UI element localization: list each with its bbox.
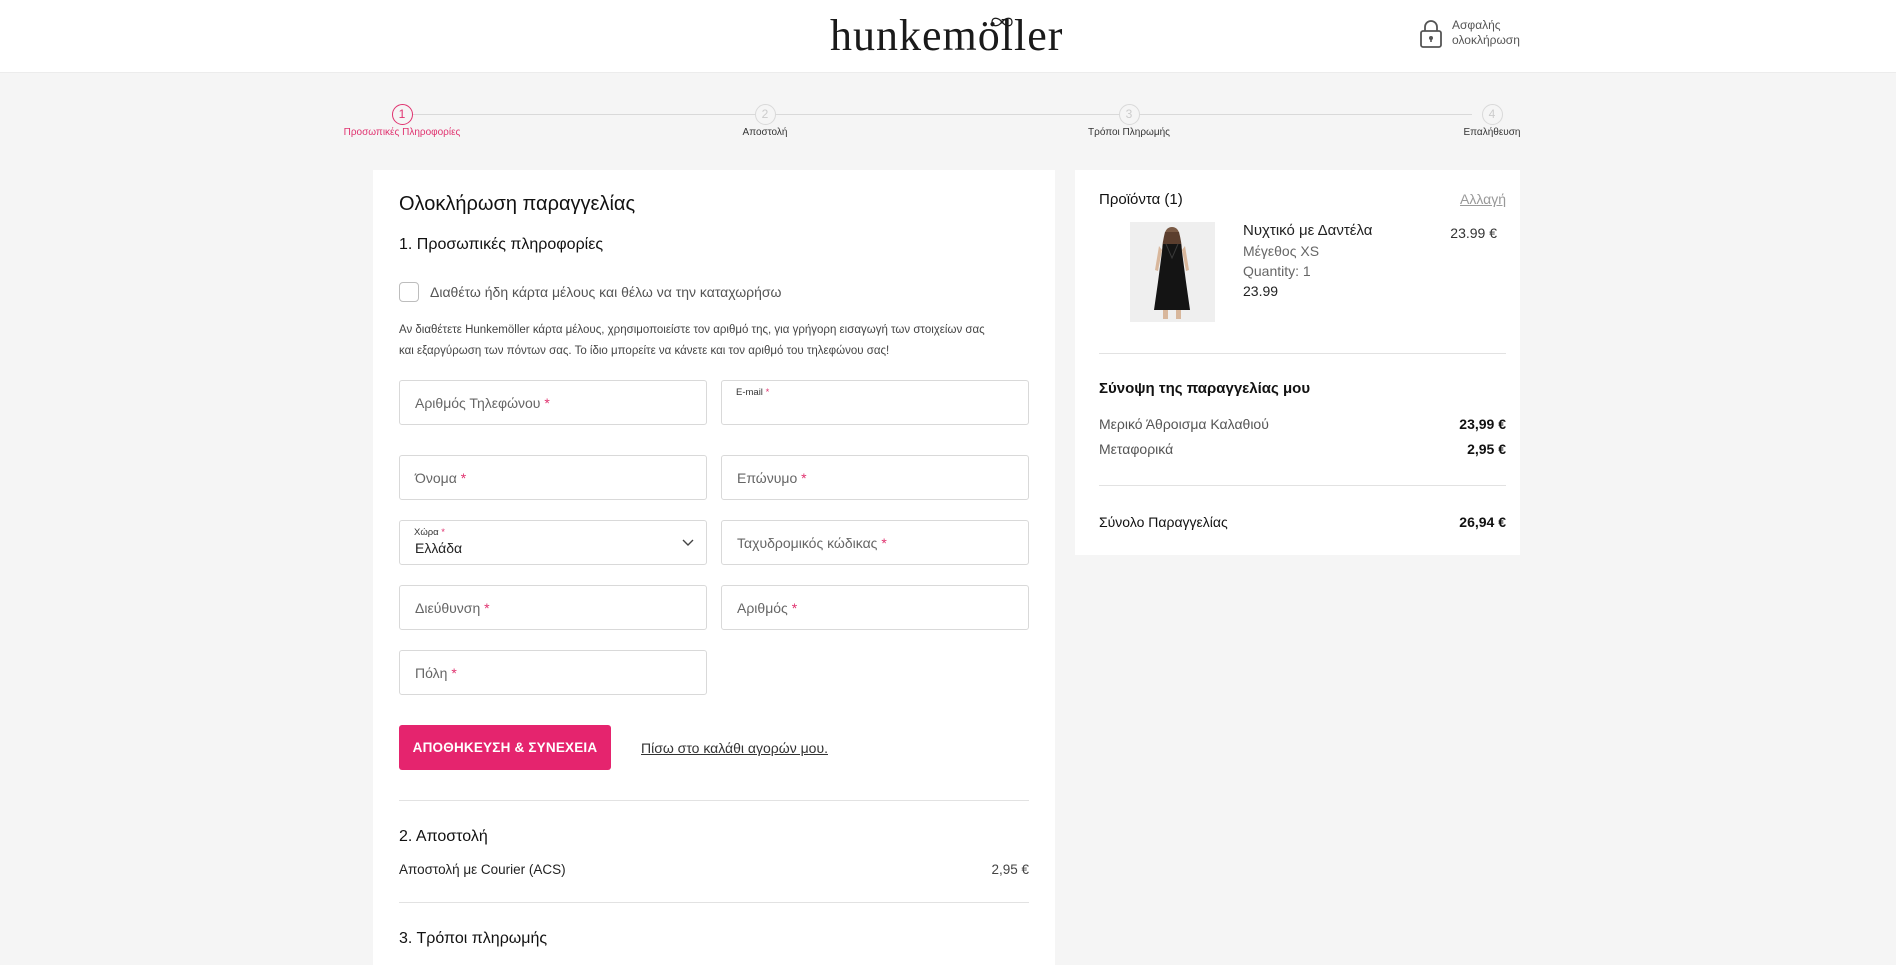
shipping-method-price: 2,95 €	[991, 862, 1029, 877]
subtotal-row: Μερικό Άθροισμα Καλαθιού 23,99 €	[1099, 416, 1506, 432]
site-header: hunkemöller Ασφαλής ολοκλήρωση	[0, 0, 1896, 73]
step-number: 2	[754, 104, 776, 125]
shipping-heading: 2. Αποστολή	[399, 828, 488, 845]
checkout-form-card: Ολοκλήρωση παραγγελίας 1. Προσωπικές πλη…	[373, 170, 1055, 965]
address-field[interactable]: Διεύθυνση *	[399, 585, 707, 630]
phone-placeholder: Αριθμός Τηλεφώνου	[415, 395, 541, 411]
email-label: E-mail	[736, 387, 763, 398]
order-total-row: Σύνολο Παραγγελίας 26,94 €	[1099, 514, 1506, 530]
postal-code-field[interactable]: Ταχυδρομικός κώδικας *	[721, 520, 1029, 565]
divider	[399, 902, 1029, 903]
first-name-field[interactable]: Όνομα *	[399, 455, 707, 500]
order-summary-heading: Σύνοψη της παραγγελίας μου	[1099, 380, 1311, 397]
step-number: 4	[1481, 104, 1503, 125]
required-mark: *	[881, 535, 887, 551]
country-select[interactable]: Χώρα * Ελλάδα	[399, 520, 707, 565]
divider	[399, 800, 1029, 801]
required-mark: *	[544, 395, 550, 411]
required-mark: *	[801, 470, 807, 486]
secure-label-2: ολοκλήρωση	[1452, 33, 1520, 47]
email-field[interactable]: E-mail *	[721, 380, 1029, 425]
country-value: Ελλάδα	[415, 540, 463, 556]
postal-code-placeholder: Ταχυδρομικός κώδικας	[737, 535, 878, 551]
member-card-label[interactable]: Διαθέτω ήδη κάρτα μέλους και θέλω να την…	[430, 284, 782, 300]
divider	[1099, 485, 1506, 486]
shipping-method-row: Αποστολή με Courier (ACS) 2,95 €	[399, 862, 1029, 877]
order-summary-card: Προϊόντα (1) Αλλαγή Νυχτικό με Δαντέλα Μ…	[1075, 170, 1520, 555]
products-heading: Προϊόντα (1)	[1099, 191, 1183, 208]
required-mark: *	[484, 600, 490, 616]
shipping-cost-value: 2,95 €	[1467, 441, 1506, 457]
city-field[interactable]: Πόλη *	[399, 650, 707, 695]
last-name-placeholder: Επώνυμο	[737, 470, 798, 486]
lock-icon	[1420, 20, 1442, 48]
subtotal-value: 23,99 €	[1459, 416, 1506, 432]
first-name-placeholder: Όνομα	[415, 470, 457, 486]
save-and-continue-button[interactable]: ΑΠΟΘΗΚΕΥΣΗ & ΣΥΝΕΧΕΙΑ	[399, 725, 611, 770]
product-name[interactable]: Νυχτικό με Δαντέλα	[1243, 222, 1372, 239]
order-total-value: 26,94 €	[1459, 514, 1506, 530]
shipping-cost-label: Μεταφορικά	[1099, 441, 1174, 457]
step-shipping[interactable]: 2 Αποστολή	[665, 104, 865, 138]
product-unit-price: 23.99	[1243, 283, 1279, 299]
step-label: Αποστολή	[742, 127, 788, 138]
product-quantity: Quantity: 1	[1243, 263, 1311, 279]
chevron-down-icon	[682, 539, 694, 546]
product-size: Μέγεθος XS	[1243, 243, 1320, 259]
member-card-info: Αν διαθέτετε Hunkemöller κάρτα μέλους, χ…	[399, 320, 1029, 362]
member-info-line: και εξαργύρωση των πόντων σας. Το ίδιο μ…	[399, 345, 890, 357]
change-cart-link[interactable]: Αλλαγή	[1460, 191, 1506, 207]
member-card-option[interactable]: Διαθέτω ήδη κάρτα μέλους και θέλω να την…	[399, 282, 782, 302]
step-label: Προσωπικές Πληροφορίες	[343, 127, 461, 138]
phone-field[interactable]: Αριθμός Τηλεφώνου *	[399, 380, 707, 425]
secure-checkout: Ασφαλής ολοκλήρωση	[1418, 18, 1532, 49]
house-number-field[interactable]: Αριθμός *	[721, 585, 1029, 630]
personal-info-heading: 1. Προσωπικές πληροφορίες	[399, 236, 604, 253]
country-label: Χώρα	[414, 527, 439, 538]
checkout-progress: 1 Προσωπικές Πληροφορίες 2 Αποστολή 3 Τρ…	[340, 104, 1521, 144]
step-number: 3	[1118, 104, 1140, 125]
step-number: 1	[391, 104, 413, 125]
page-title: Ολοκλήρωση παραγγελίας	[399, 193, 636, 215]
required-mark: *	[791, 600, 798, 616]
required-mark: *	[451, 665, 457, 681]
product-price: 23.99 €	[1450, 225, 1497, 241]
required-mark: *	[460, 470, 467, 486]
step-personal-info[interactable]: 1 Προσωπικές Πληροφορίες	[302, 104, 502, 138]
progress-line	[402, 114, 1472, 115]
secure-label: Ασφαλής	[1452, 18, 1501, 32]
address-placeholder: Διεύθυνση	[415, 600, 481, 616]
member-card-checkbox[interactable]	[399, 282, 419, 302]
city-placeholder: Πόλη	[415, 665, 448, 681]
step-verification[interactable]: 4 Επαλήθευση	[1392, 104, 1592, 138]
house-number-placeholder: Αριθμός	[737, 600, 788, 616]
payment-heading: 3. Τρόποι πληρωμής	[399, 930, 548, 947]
member-info-line: Αν διαθέτετε Hunkemöller κάρτα μέλους, χ…	[399, 324, 985, 336]
required-mark: *	[765, 387, 770, 398]
step-label: Τρόποι Πληρωμής	[1088, 127, 1170, 138]
back-to-cart-link[interactable]: Πίσω στο καλάθι αγορών μου.	[641, 740, 828, 756]
step-payment[interactable]: 3 Τρόποι Πληρωμής	[1029, 104, 1229, 138]
product-image[interactable]	[1130, 222, 1215, 322]
logo-bow-icon	[991, 17, 1013, 27]
shipping-cost-row: Μεταφορικά 2,95 €	[1099, 441, 1506, 457]
last-name-field[interactable]: Επώνυμο *	[721, 455, 1029, 500]
order-total-label: Σύνολο Παραγγελίας	[1099, 514, 1228, 530]
divider	[1099, 353, 1506, 354]
required-mark: *	[441, 527, 445, 538]
product-photo	[1130, 222, 1215, 322]
subtotal-label: Μερικό Άθροισμα Καλαθιού	[1099, 416, 1269, 432]
step-label: Επαλήθευση	[1463, 127, 1521, 138]
brand-logo[interactable]: hunkemöller	[830, 12, 1063, 60]
shipping-method: Αποστολή με Courier (ACS)	[399, 862, 566, 877]
